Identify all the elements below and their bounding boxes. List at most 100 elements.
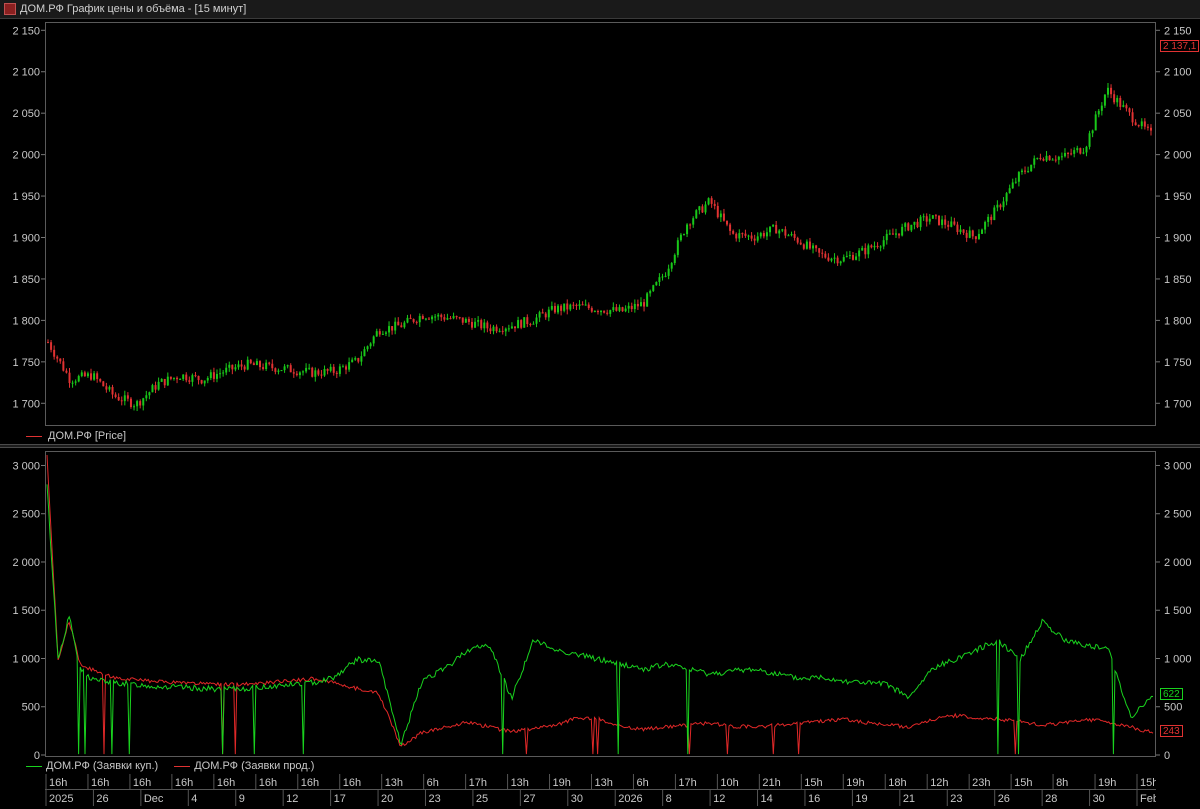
price-candle [1076, 145, 1079, 153]
price-candle [609, 309, 612, 317]
price-chart[interactable] [46, 23, 1155, 425]
price-y-tick-label: 2 100 [1164, 67, 1192, 79]
price-candle [1110, 84, 1113, 99]
price-candle [673, 253, 676, 266]
price-candle [182, 374, 185, 381]
hour-label: 15h [804, 777, 822, 789]
time-axis[interactable]: 16h 16h 16h 16h 16h 16h 16h 16h 13h 6h 17h 13h 19h 13… [45, 774, 1159, 806]
price-candle [778, 229, 781, 239]
price-candle [283, 364, 286, 373]
price-y-tick-label: 2 100 [12, 67, 40, 79]
price-candle [1002, 197, 1005, 211]
price-candle [120, 396, 123, 406]
price-candle [848, 250, 851, 260]
price-candle [891, 228, 894, 235]
price-candle [1017, 171, 1020, 187]
price-candle [446, 313, 449, 321]
price-candle [732, 229, 735, 235]
price-candle [133, 404, 136, 411]
price-candle [231, 364, 234, 375]
hour-label: 16h [175, 777, 193, 789]
price-candle [464, 317, 467, 323]
price-candle [990, 214, 993, 225]
price-candle [139, 399, 142, 409]
price-pane[interactable]: 2 150 2 100 2 050 2 000 1 950 1 900 1 850 1 800… [0, 19, 1200, 444]
date-label: 21 [903, 793, 915, 805]
price-candle [424, 317, 427, 321]
price-candle [108, 385, 111, 392]
price-candle [907, 222, 910, 232]
price-candle [698, 205, 701, 215]
volume-plot-area[interactable] [45, 451, 1156, 757]
price-candle [870, 244, 873, 249]
price-candle [1073, 147, 1076, 158]
price-candle [646, 292, 649, 307]
date-label: Feb [1140, 793, 1156, 805]
price-candle [1100, 102, 1103, 116]
price-candle [904, 222, 907, 232]
price-candle [999, 203, 1002, 210]
price-y-tick-label: 2 150 [1164, 25, 1192, 37]
price-candle [971, 229, 974, 240]
price-candle [470, 318, 473, 330]
date-label: 17 [334, 793, 346, 805]
price-y-tick-label: 2 050 [1164, 108, 1192, 120]
price-candle [793, 230, 796, 241]
date-label: 26 [96, 793, 108, 805]
price-candle [658, 273, 661, 287]
price-candle [246, 356, 249, 371]
price-candle [713, 199, 716, 210]
price-candle [504, 327, 507, 337]
price-candle [769, 226, 772, 237]
price-candle [950, 216, 953, 228]
volume-pane[interactable]: 3 000 2 500 2 000 1 500 1 000 500 0 3 000 2 500… [0, 448, 1200, 774]
price-candle [815, 244, 818, 252]
price-candle [710, 196, 713, 208]
price-candle [252, 361, 255, 366]
price-plot-area[interactable] [45, 22, 1156, 426]
date-label: 23 [950, 793, 962, 805]
price-candle [1119, 95, 1122, 111]
volume-chart[interactable] [46, 452, 1155, 756]
date-label: 4 [191, 793, 197, 805]
price-candle [354, 356, 357, 361]
price-y-tick-label: 1 800 [1164, 315, 1192, 327]
price-candle [956, 221, 959, 235]
price-candle [47, 339, 49, 344]
price-candle [802, 243, 805, 251]
price-candle [1063, 148, 1066, 158]
hour-label: 16h [343, 777, 361, 789]
price-candle [271, 359, 274, 372]
price-legend-label: ДОМ.РФ [Price] [48, 430, 127, 442]
price-candle [391, 326, 394, 335]
price-candle [1033, 155, 1036, 169]
price-candle [255, 358, 258, 366]
price-candle [962, 229, 965, 235]
price-candle [268, 361, 271, 366]
price-candle [934, 214, 937, 220]
price-candle [615, 303, 618, 312]
price-candle [557, 304, 560, 315]
hour-label: 17h [469, 777, 487, 789]
price-candle [987, 214, 990, 227]
price-candle [148, 391, 151, 400]
date-label: Dec [144, 793, 164, 805]
price-candle [172, 377, 175, 381]
price-candle [249, 358, 252, 365]
hour-label: 6h [427, 777, 439, 789]
price-candle [179, 378, 182, 380]
price-candle [1020, 168, 1023, 175]
hour-label: 8h [1056, 777, 1068, 789]
time-axis-svg: 16h 16h 16h 16h 16h 16h 16h 16h 13h 6h 17h 13h 19h 13… [45, 774, 1159, 806]
price-candle [627, 302, 630, 313]
price-y-tick-label: 1 800 [12, 315, 40, 327]
price-candle [323, 365, 326, 377]
price-candle [449, 315, 452, 320]
price-y-tick-label: 1 850 [12, 274, 40, 286]
price-candle [959, 225, 962, 235]
price-candle [329, 363, 332, 373]
price-candle [667, 264, 670, 280]
price-candle [114, 392, 117, 399]
date-label: 16 [808, 793, 820, 805]
price-candle [53, 345, 56, 360]
